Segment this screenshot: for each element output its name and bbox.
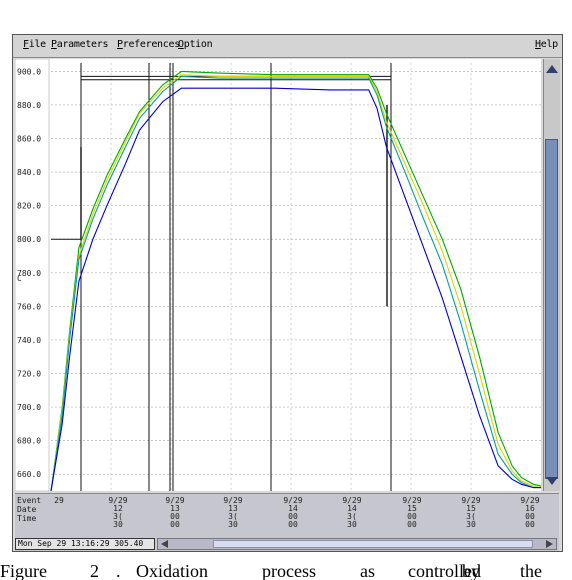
y-tick-label: 700.0 bbox=[17, 403, 41, 412]
event-column: 9/29 14 00 00 bbox=[282, 497, 304, 529]
y-tick-label: 860.0 bbox=[17, 135, 41, 144]
y-tick-label: 720.0 bbox=[17, 370, 41, 379]
event-cell: 00 bbox=[288, 520, 298, 529]
page-top-margin bbox=[0, 0, 572, 30]
status-timestamp: Mon Sep 29 13:16:29 305.40 bbox=[15, 538, 155, 550]
y-tick-label: 680.0 bbox=[17, 437, 41, 446]
event-cell: 30 bbox=[228, 520, 238, 529]
event-cell: 00 bbox=[525, 520, 535, 529]
caption-word: . bbox=[116, 562, 121, 580]
app-window: File Parameters Preferences Option Help … bbox=[12, 34, 563, 552]
menu-preferences[interactable]: Preferences bbox=[117, 39, 180, 50]
event-column: 29 bbox=[48, 497, 70, 521]
caption-word: the bbox=[520, 562, 542, 580]
caption-word: Figure bbox=[0, 562, 47, 580]
vertical-scrollbar[interactable] bbox=[543, 59, 560, 491]
event-cell: 30 bbox=[347, 520, 357, 529]
event-column: 9/29 12 3(30 bbox=[107, 497, 129, 529]
vertical-scroll-thumb[interactable] bbox=[545, 139, 558, 479]
event-cell bbox=[48, 505, 70, 513]
caption-word: Oxidation bbox=[136, 562, 208, 580]
event-cell: 00 bbox=[170, 520, 180, 529]
y-tick-label: 740.0 bbox=[17, 336, 41, 345]
y-tick-label: 840.0 bbox=[17, 168, 41, 177]
scroll-down-icon[interactable] bbox=[546, 477, 558, 485]
horizontal-scrollbar[interactable] bbox=[157, 538, 557, 550]
event-cell: 30 bbox=[113, 520, 123, 529]
event-cell: 00 bbox=[407, 520, 417, 529]
event-cell: 30 bbox=[466, 520, 476, 529]
temperature-chart: 900.0880.0860.0840.0820.0800.0780.0760.0… bbox=[15, 59, 541, 491]
y-tick-label: 800.0 bbox=[17, 235, 41, 244]
event-panel: Event Date Time 29 9/29 12 3(30 9/29 13 00 00 9/… bbox=[15, 493, 559, 538]
caption-word: 2 bbox=[90, 562, 99, 580]
event-column: 9/29 14 3(30 bbox=[341, 497, 363, 529]
date-row-label: Date bbox=[17, 505, 37, 514]
event-column: 9/29 16 00 00 bbox=[519, 497, 541, 529]
figure-caption: Figure 2. Oxidation process as controlled by th… bbox=[0, 562, 572, 580]
menu-bar: File Parameters Preferences Option Help bbox=[13, 35, 562, 58]
event-column: 9/29 13 00 00 bbox=[164, 497, 186, 529]
y-tick-label: 760.0 bbox=[17, 302, 41, 311]
y-tick-label: 660.0 bbox=[17, 470, 41, 479]
event-cell: 29 bbox=[54, 496, 64, 505]
menu-help[interactable]: Help bbox=[535, 39, 558, 50]
scroll-up-icon[interactable] bbox=[546, 65, 558, 73]
y-tick-label: 820.0 bbox=[17, 202, 41, 211]
menu-parameters[interactable]: Parameters bbox=[51, 39, 109, 50]
event-cell bbox=[48, 513, 70, 521]
status-bar: Mon Sep 29 13:16:29 305.40 bbox=[15, 538, 559, 551]
event-column: 9/29 15 3(30 bbox=[460, 497, 482, 529]
menu-file[interactable]: File bbox=[23, 39, 46, 50]
horizontal-scroll-thumb[interactable] bbox=[213, 540, 533, 548]
y-axis-label: C bbox=[17, 274, 22, 283]
scroll-right-icon[interactable] bbox=[546, 540, 553, 548]
scroll-left-icon[interactable] bbox=[161, 540, 168, 548]
caption-word: by bbox=[462, 562, 480, 580]
chart-background bbox=[15, 59, 541, 491]
event-column: 9/29 15 00 00 bbox=[401, 497, 423, 529]
time-row-label: Time bbox=[17, 514, 37, 523]
caption-word: process bbox=[262, 562, 316, 580]
event-row-label: Event bbox=[17, 496, 42, 505]
event-column: 9/29 13 3(30 bbox=[222, 497, 244, 529]
caption-word: as bbox=[360, 562, 375, 580]
y-tick-label: 880.0 bbox=[17, 101, 41, 110]
menu-option[interactable]: Option bbox=[178, 39, 213, 50]
y-tick-label: 900.0 bbox=[17, 67, 41, 76]
